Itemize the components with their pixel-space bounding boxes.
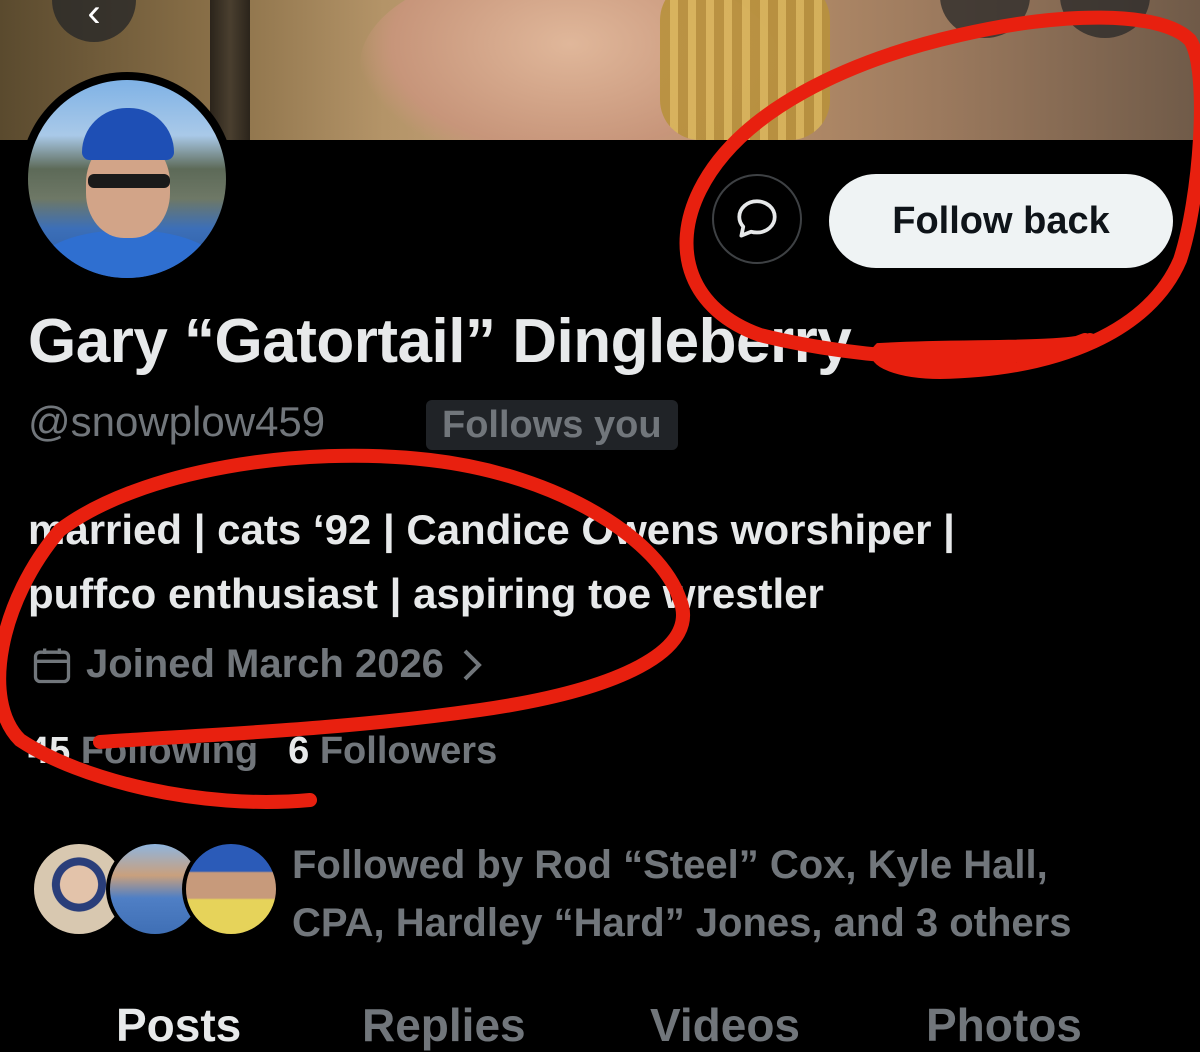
followed-by-row[interactable]: Followed by Rod “Steel” Cox, Kyle Hall, … [30, 836, 1180, 946]
tab-posts[interactable]: Posts [116, 998, 241, 1052]
followed-by-line: Followed by Rod “Steel” Cox, Kyle Hall, [292, 836, 1172, 894]
arrow-left-icon: ‹ [87, 0, 100, 35]
tab-videos[interactable]: Videos [650, 998, 800, 1052]
followed-by-line: CPA, Hardley “Hard” Jones, and 3 others [292, 894, 1172, 952]
following-count: 45 [28, 730, 70, 772]
profile-avatar[interactable] [20, 72, 234, 286]
back-button[interactable]: ‹ [52, 0, 136, 42]
joined-date[interactable]: Joined March 2026 [30, 642, 486, 687]
follower-avatar [182, 840, 280, 938]
tab-replies[interactable]: Replies [362, 998, 526, 1052]
tab-photos[interactable]: Photos [926, 998, 1082, 1052]
followers-count: 6 [288, 730, 309, 772]
banner-ring [660, 0, 830, 140]
avatar-photo [28, 80, 226, 278]
profile-bio: married | cats ‘92 | Candice Owens worsh… [28, 498, 1168, 626]
follow-stats: 45 Following 6 Followers [28, 730, 497, 773]
message-button[interactable] [712, 174, 802, 264]
user-handle: @snowplow459 [28, 398, 325, 446]
follow-back-button[interactable]: Follow back [829, 174, 1173, 268]
chevron-right-icon [456, 645, 486, 685]
bio-line: puffco enthusiast | aspiring toe wrestle… [28, 562, 1168, 626]
following-link[interactable]: 45 Following [28, 730, 258, 773]
joined-label: Joined March 2026 [86, 642, 444, 687]
followers-label: Followers [320, 730, 497, 772]
message-bubble-icon [732, 194, 782, 244]
calendar-icon [30, 643, 74, 687]
follows-you-badge: Follows you [426, 400, 678, 450]
more-options-button[interactable] [1060, 0, 1150, 38]
followers-link[interactable]: 6 Followers [288, 730, 497, 773]
followed-by-text: Followed by Rod “Steel” Cox, Kyle Hall, … [292, 836, 1172, 952]
following-label: Following [81, 730, 258, 772]
profile-tabs: Posts Replies Videos Photos [0, 998, 1200, 1048]
bio-line: married | cats ‘92 | Candice Owens worsh… [28, 498, 1168, 562]
search-button[interactable] [940, 0, 1030, 38]
display-name: Gary “Gatortail” Dingleberry [28, 306, 851, 377]
